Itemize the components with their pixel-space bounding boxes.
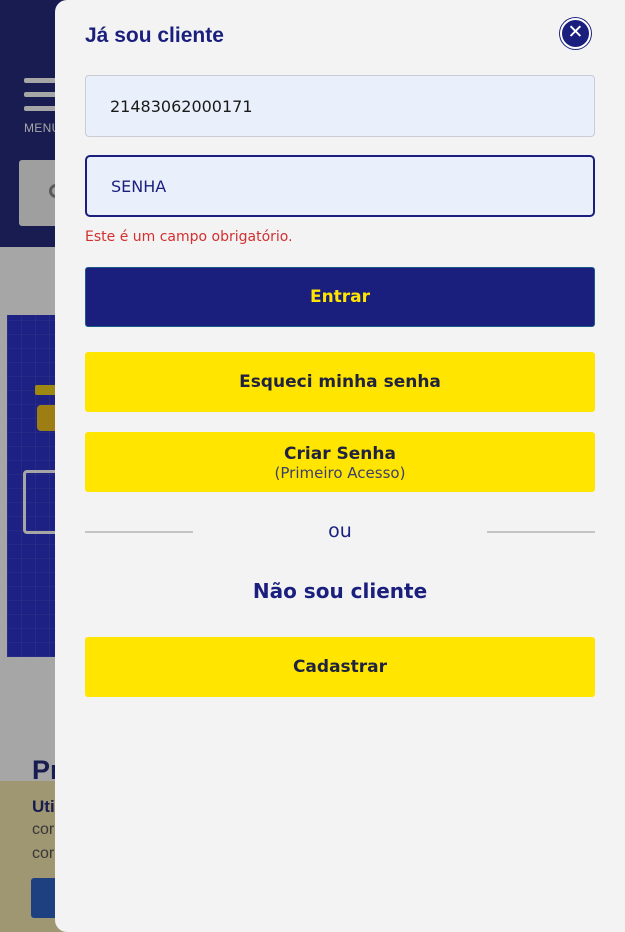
create-password-sublabel: (Primeiro Acesso) [274,464,406,482]
divider-text: ou [328,520,352,542]
create-password-label: Criar Senha [284,444,396,464]
password-error-message: Este é um campo obrigatório. [85,229,293,245]
new-customer-title: Não sou cliente [252,579,428,603]
divider-line [85,531,193,533]
login-button[interactable]: Entrar [85,267,595,327]
password-field[interactable] [85,155,595,217]
close-icon: ✕ [567,22,584,43]
divider-line [487,531,595,533]
close-button[interactable]: ✕ [560,18,591,49]
modal-title: Já sou cliente [85,24,224,47]
forgot-password-button[interactable]: Esqueci minha senha [85,352,595,412]
login-modal: Já sou cliente ✕ Este é um campo obrigat… [55,0,625,932]
create-password-button[interactable]: Criar Senha (Primeiro Acesso) [85,432,595,492]
username-field[interactable] [85,75,595,137]
register-button[interactable]: Cadastrar [85,637,595,697]
